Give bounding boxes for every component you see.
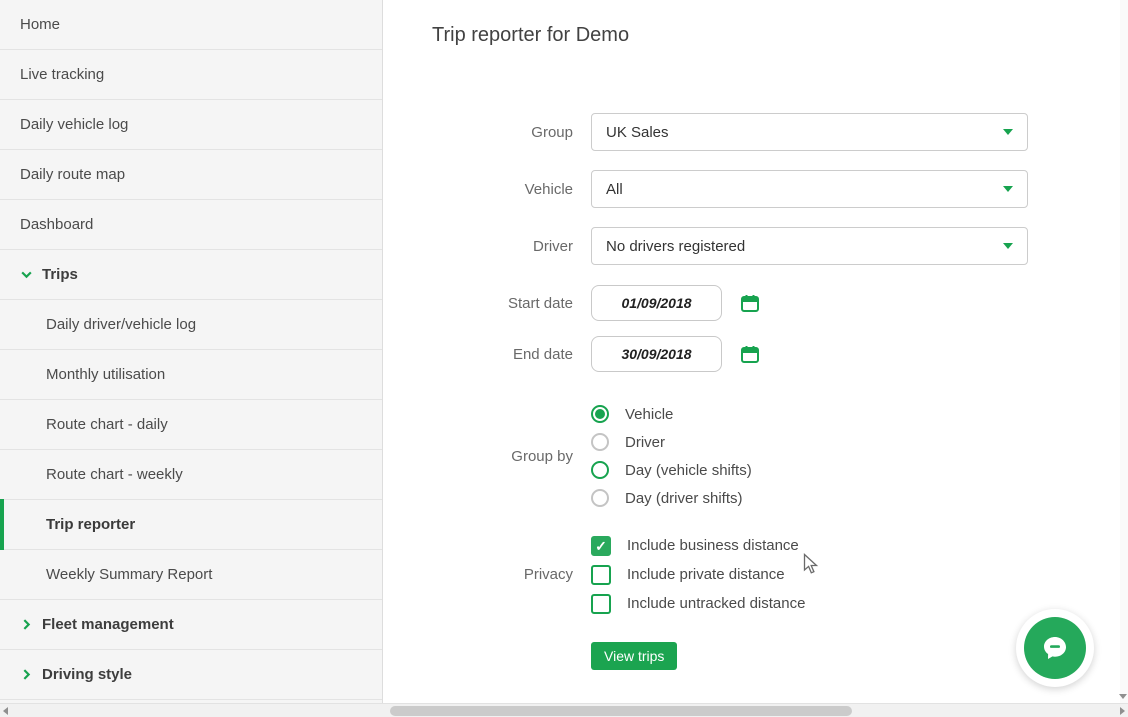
sidebar-item-label: Route chart - daily	[46, 416, 168, 433]
end-date-row: End date	[432, 336, 1120, 372]
vertical-scrollbar[interactable]	[1120, 0, 1128, 703]
sidebar-item-label: Trip reporter	[46, 516, 135, 533]
radio-option-driver[interactable]: Driver	[591, 428, 752, 456]
sidebar-item-label: Home	[20, 16, 60, 33]
sidebar-item-label: Weekly Summary Report	[46, 566, 212, 583]
radio-option-vehicle[interactable]: Vehicle	[591, 400, 752, 428]
radio-icon[interactable]	[591, 433, 609, 451]
driver-row: Driver No drivers registered	[432, 227, 1120, 265]
radio-option-label: Vehicle	[625, 406, 673, 423]
sidebar-item-monthly-utilisation[interactable]: Monthly utilisation	[0, 350, 382, 400]
start-date-row: Start date	[432, 285, 1120, 321]
scroll-left-arrow-icon[interactable]	[3, 707, 8, 715]
chevron-right-icon	[20, 618, 33, 631]
trip-reporter-form: Group UK Sales Vehicle All Driver No dri…	[432, 113, 1120, 670]
sidebar-item-label: Monthly utilisation	[46, 366, 165, 383]
sidebar-item-weekly-summary-report[interactable]: Weekly Summary Report	[0, 550, 382, 600]
chevron-right-icon	[20, 668, 33, 681]
page-title: Trip reporter for Demo	[432, 24, 1120, 47]
radio-option-day-vehicle-shifts[interactable]: Day (vehicle shifts)	[591, 456, 752, 484]
sidebar-section-trips[interactable]: Trips	[0, 250, 382, 300]
sidebar-item-live-tracking[interactable]: Live tracking	[0, 50, 382, 100]
group-select[interactable]: UK Sales	[591, 113, 1028, 151]
main-content: Trip reporter for Demo Group UK Sales Ve…	[384, 0, 1120, 703]
end-date-input[interactable]	[591, 336, 722, 372]
view-trips-button[interactable]: View trips	[591, 642, 677, 670]
checkbox-option-label: Include business distance	[627, 537, 799, 554]
checkbox-option-label: Include private distance	[627, 566, 785, 583]
app-window: Home Live tracking Daily vehicle log Dai…	[0, 0, 1128, 717]
radio-option-label: Day (driver shifts)	[625, 490, 743, 507]
sidebar-section-fleet-management[interactable]: Fleet management	[0, 600, 382, 650]
chevron-down-icon	[1003, 243, 1013, 249]
chat-bubble-icon	[1024, 617, 1086, 679]
vehicle-row: Vehicle All	[432, 170, 1120, 208]
sidebar-item-label: Route chart - weekly	[46, 466, 183, 483]
sidebar-item-daily-driver-vehicle-log[interactable]: Daily driver/vehicle log	[0, 300, 382, 350]
vehicle-select[interactable]: All	[591, 170, 1028, 208]
sidebar-item-daily-route-map[interactable]: Daily route map	[0, 150, 382, 200]
sidebar-item-label: Driving style	[42, 666, 132, 683]
end-date-label: End date	[432, 346, 573, 363]
sidebar-section-driving-style[interactable]: Driving style	[0, 650, 382, 700]
sidebar-item-route-chart-daily[interactable]: Route chart - daily	[0, 400, 382, 450]
sidebar-item-trip-reporter[interactable]: Trip reporter	[0, 500, 382, 550]
group-label: Group	[432, 124, 573, 141]
chevron-down-icon	[20, 268, 33, 281]
radio-option-day-driver-shifts[interactable]: Day (driver shifts)	[591, 484, 752, 512]
chevron-down-icon	[1003, 186, 1013, 192]
sidebar-item-home[interactable]: Home	[0, 0, 382, 50]
driver-label: Driver	[432, 238, 573, 255]
horizontal-scrollbar[interactable]	[0, 703, 1128, 717]
sidebar-item-route-chart-weekly[interactable]: Route chart - weekly	[0, 450, 382, 500]
checkbox-icon[interactable]	[591, 536, 611, 556]
privacy-options: Include business distance Include privat…	[591, 531, 805, 618]
radio-icon[interactable]	[591, 405, 609, 423]
group-by-options: Vehicle Driver Day (vehicle shifts) Day …	[591, 400, 752, 512]
driver-select-value: No drivers registered	[606, 238, 745, 255]
group-by-label: Group by	[432, 448, 573, 465]
radio-icon[interactable]	[591, 461, 609, 479]
checkbox-icon[interactable]	[591, 565, 611, 585]
radio-icon[interactable]	[591, 489, 609, 507]
vehicle-select-value: All	[606, 181, 623, 198]
sidebar-item-label: Daily driver/vehicle log	[46, 316, 196, 333]
checkbox-include-private-distance[interactable]: Include private distance	[591, 560, 805, 589]
sidebar-item-dashboard[interactable]: Dashboard	[0, 200, 382, 250]
scroll-down-arrow-icon[interactable]	[1119, 694, 1127, 699]
sidebar-item-label: Live tracking	[20, 66, 104, 83]
sidebar-item-label: Daily route map	[20, 166, 125, 183]
calendar-icon[interactable]	[740, 293, 760, 313]
privacy-label: Privacy	[432, 566, 573, 583]
scroll-right-arrow-icon[interactable]	[1120, 707, 1125, 715]
group-select-value: UK Sales	[606, 124, 669, 141]
horizontal-scrollbar-thumb[interactable]	[390, 706, 852, 716]
privacy-row: Privacy Include business distance Includ…	[432, 531, 1120, 618]
chat-widget-button[interactable]	[1016, 609, 1094, 687]
chevron-down-icon	[1003, 129, 1013, 135]
sidebar-item-label: Daily vehicle log	[20, 116, 128, 133]
sidebar-item-daily-vehicle-log[interactable]: Daily vehicle log	[0, 100, 382, 150]
vehicle-label: Vehicle	[432, 181, 573, 198]
group-row: Group UK Sales	[432, 113, 1120, 151]
sidebar-item-label: Fleet management	[42, 616, 174, 633]
checkbox-option-label: Include untracked distance	[627, 595, 805, 612]
sidebar: Home Live tracking Daily vehicle log Dai…	[0, 0, 383, 703]
checkbox-include-business-distance[interactable]: Include business distance	[591, 531, 805, 560]
sidebar-item-label: Trips	[42, 266, 78, 283]
start-date-input[interactable]	[591, 285, 722, 321]
checkbox-include-untracked-distance[interactable]: Include untracked distance	[591, 589, 805, 618]
radio-option-label: Driver	[625, 434, 665, 451]
group-by-row: Group by Vehicle Driver Day (vehicle shi…	[432, 400, 1120, 512]
driver-select[interactable]: No drivers registered	[591, 227, 1028, 265]
checkbox-icon[interactable]	[591, 594, 611, 614]
calendar-icon[interactable]	[740, 344, 760, 364]
radio-option-label: Day (vehicle shifts)	[625, 462, 752, 479]
sidebar-item-label: Dashboard	[20, 216, 93, 233]
start-date-label: Start date	[432, 295, 573, 312]
